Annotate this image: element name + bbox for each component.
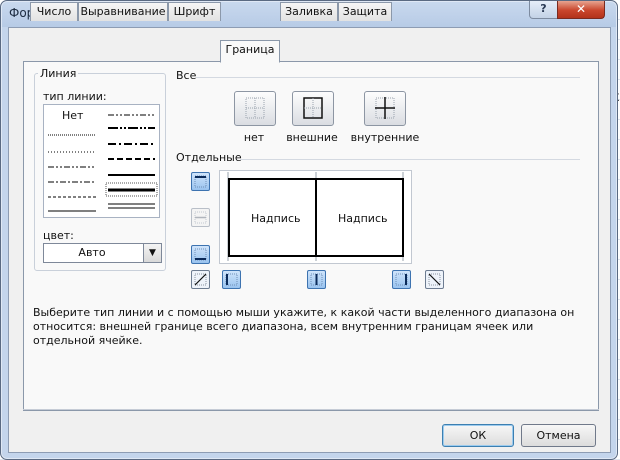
border-left-button[interactable]: [222, 270, 241, 289]
border-top-icon: [194, 175, 207, 188]
cancel-button[interactable]: Отмена: [521, 424, 596, 447]
diagonal-up-icon: [194, 273, 207, 286]
line-group-title: Линия: [38, 67, 79, 80]
diagonal-down-icon: [428, 273, 441, 286]
separate-group-title: Отдельные: [174, 151, 244, 164]
border-inside-horizontal-icon: [194, 211, 207, 224]
preset-none-button[interactable]: [234, 91, 276, 126]
border-bottom-button[interactable]: [191, 245, 210, 264]
border-right-icon: [395, 273, 408, 286]
border-inside-horizontal-button[interactable]: [191, 208, 210, 227]
border-none-icon: [245, 97, 265, 119]
help-button[interactable]: ?: [529, 1, 558, 19]
color-dropdown-value: Авто: [78, 246, 106, 259]
chevron-down-icon[interactable]: ▼: [143, 244, 161, 262]
border-preview[interactable]: Надпись Надпись: [219, 170, 412, 264]
ok-button[interactable]: ОК: [442, 424, 514, 447]
color-label: цвет:: [43, 229, 74, 242]
preset-outline-button[interactable]: [292, 91, 334, 126]
help-description: Выберите тип линии и с помощью мыши укаж…: [33, 306, 575, 347]
border-inside-vertical-icon: [310, 273, 323, 286]
preset-none-label: нет: [243, 131, 265, 144]
border-right-button[interactable]: [392, 270, 411, 289]
close-button[interactable]: ✕: [557, 1, 605, 19]
border-diagonal-down-button[interactable]: [425, 270, 444, 289]
line-style-samples[interactable]: [44, 105, 159, 217]
tab-alignment[interactable]: Выравнивание: [78, 2, 168, 21]
line-style-list[interactable]: Нет: [43, 104, 160, 218]
border-bottom-icon: [194, 248, 207, 261]
preview-cell-right: Надпись: [338, 212, 388, 225]
tab-fill[interactable]: Заливка: [280, 2, 338, 21]
border-top-button[interactable]: [191, 172, 210, 191]
border-inside-vertical-button[interactable]: [307, 270, 326, 289]
footer-divider: [23, 409, 599, 410]
border-inside-icon: [375, 97, 395, 119]
color-dropdown[interactable]: Авто ▼: [43, 243, 162, 263]
preset-inside-label: внутренние: [350, 131, 420, 144]
preset-inside-button[interactable]: [364, 91, 406, 126]
all-group-title: Все: [174, 69, 199, 82]
preview-cell-left: Надпись: [251, 212, 301, 225]
tab-protection[interactable]: Защита: [338, 2, 392, 21]
line-style-right-column: [108, 114, 155, 209]
border-left-icon: [225, 273, 238, 286]
tab-number[interactable]: Число: [30, 2, 78, 21]
separate-group-separator: [240, 159, 580, 160]
line-style-left-column: [48, 134, 96, 212]
tab-font[interactable]: Шрифт: [168, 2, 221, 21]
preset-outline-label: внешние: [286, 131, 338, 144]
all-group-separator: [196, 77, 580, 78]
border-diagonal-up-button[interactable]: [191, 270, 210, 289]
border-outline-icon: [303, 97, 323, 119]
line-type-label: тип линии:: [43, 90, 107, 103]
tab-border-active[interactable]: Граница: [220, 40, 280, 63]
